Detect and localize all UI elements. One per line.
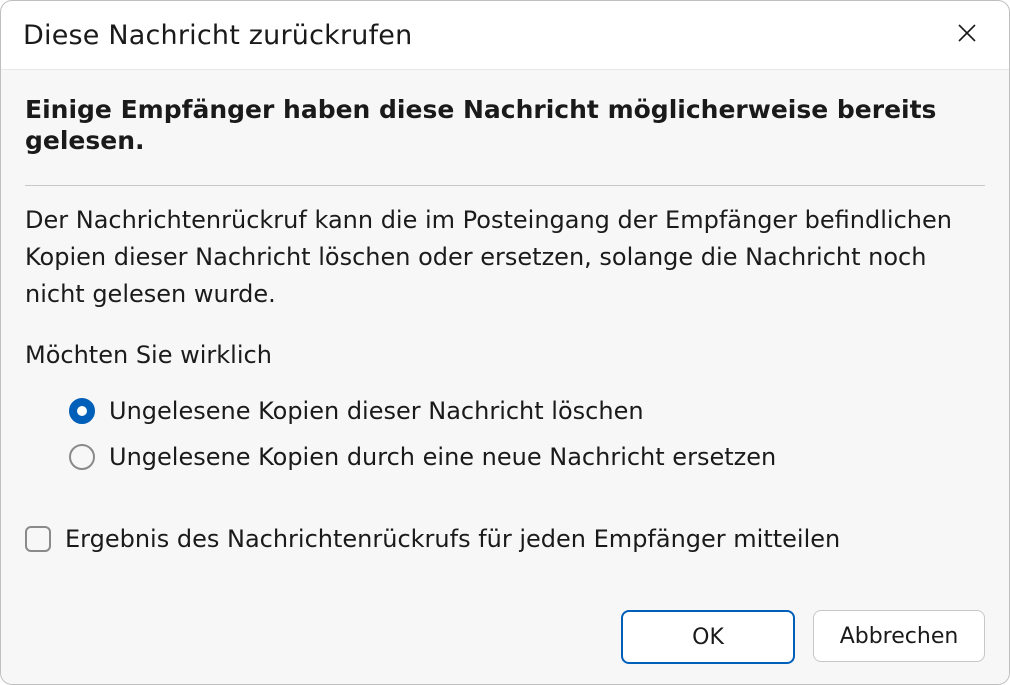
recall-options-group: Ungelesene Kopien dieser Nachricht lösch…: [25, 397, 985, 489]
prompt-text: Möchten Sie wirklich: [25, 341, 985, 369]
radio-circle-icon: [69, 444, 95, 470]
radio-option-replace[interactable]: Ungelesene Kopien durch eine neue Nachri…: [69, 443, 985, 471]
checkbox-icon: [25, 526, 51, 552]
radio-label-replace: Ungelesene Kopien durch eine neue Nachri…: [109, 443, 776, 471]
recall-message-dialog: Diese Nachricht zurückrufen Einige Empfä…: [0, 0, 1010, 685]
radio-option-delete[interactable]: Ungelesene Kopien dieser Nachricht lösch…: [69, 397, 985, 425]
ok-button[interactable]: OK: [621, 610, 795, 664]
cancel-button[interactable]: Abbrechen: [813, 610, 985, 662]
warning-heading: Einige Empfänger haben diese Nachricht m…: [25, 94, 985, 157]
dialog-title: Diese Nachricht zurückrufen: [23, 20, 412, 51]
radio-circle-icon: [69, 398, 95, 424]
dialog-body: Einige Empfänger haben diese Nachricht m…: [1, 70, 1009, 684]
description-text: Der Nachrichtenrückruf kann die im Poste…: [25, 202, 985, 314]
dialog-button-row: OK Abbrechen: [25, 586, 985, 664]
close-button[interactable]: [947, 15, 987, 55]
divider: [25, 185, 985, 186]
ok-button-label: OK: [692, 625, 724, 650]
checkbox-label: Ergebnis des Nachrichtenrückrufs für jed…: [65, 525, 840, 553]
dialog-titlebar: Diese Nachricht zurückrufen: [1, 1, 1009, 70]
cancel-button-label: Abbrechen: [840, 624, 959, 649]
report-result-checkbox[interactable]: Ergebnis des Nachrichtenrückrufs für jed…: [25, 525, 985, 553]
radio-label-delete: Ungelesene Kopien dieser Nachricht lösch…: [109, 397, 644, 425]
close-icon: [957, 23, 977, 47]
